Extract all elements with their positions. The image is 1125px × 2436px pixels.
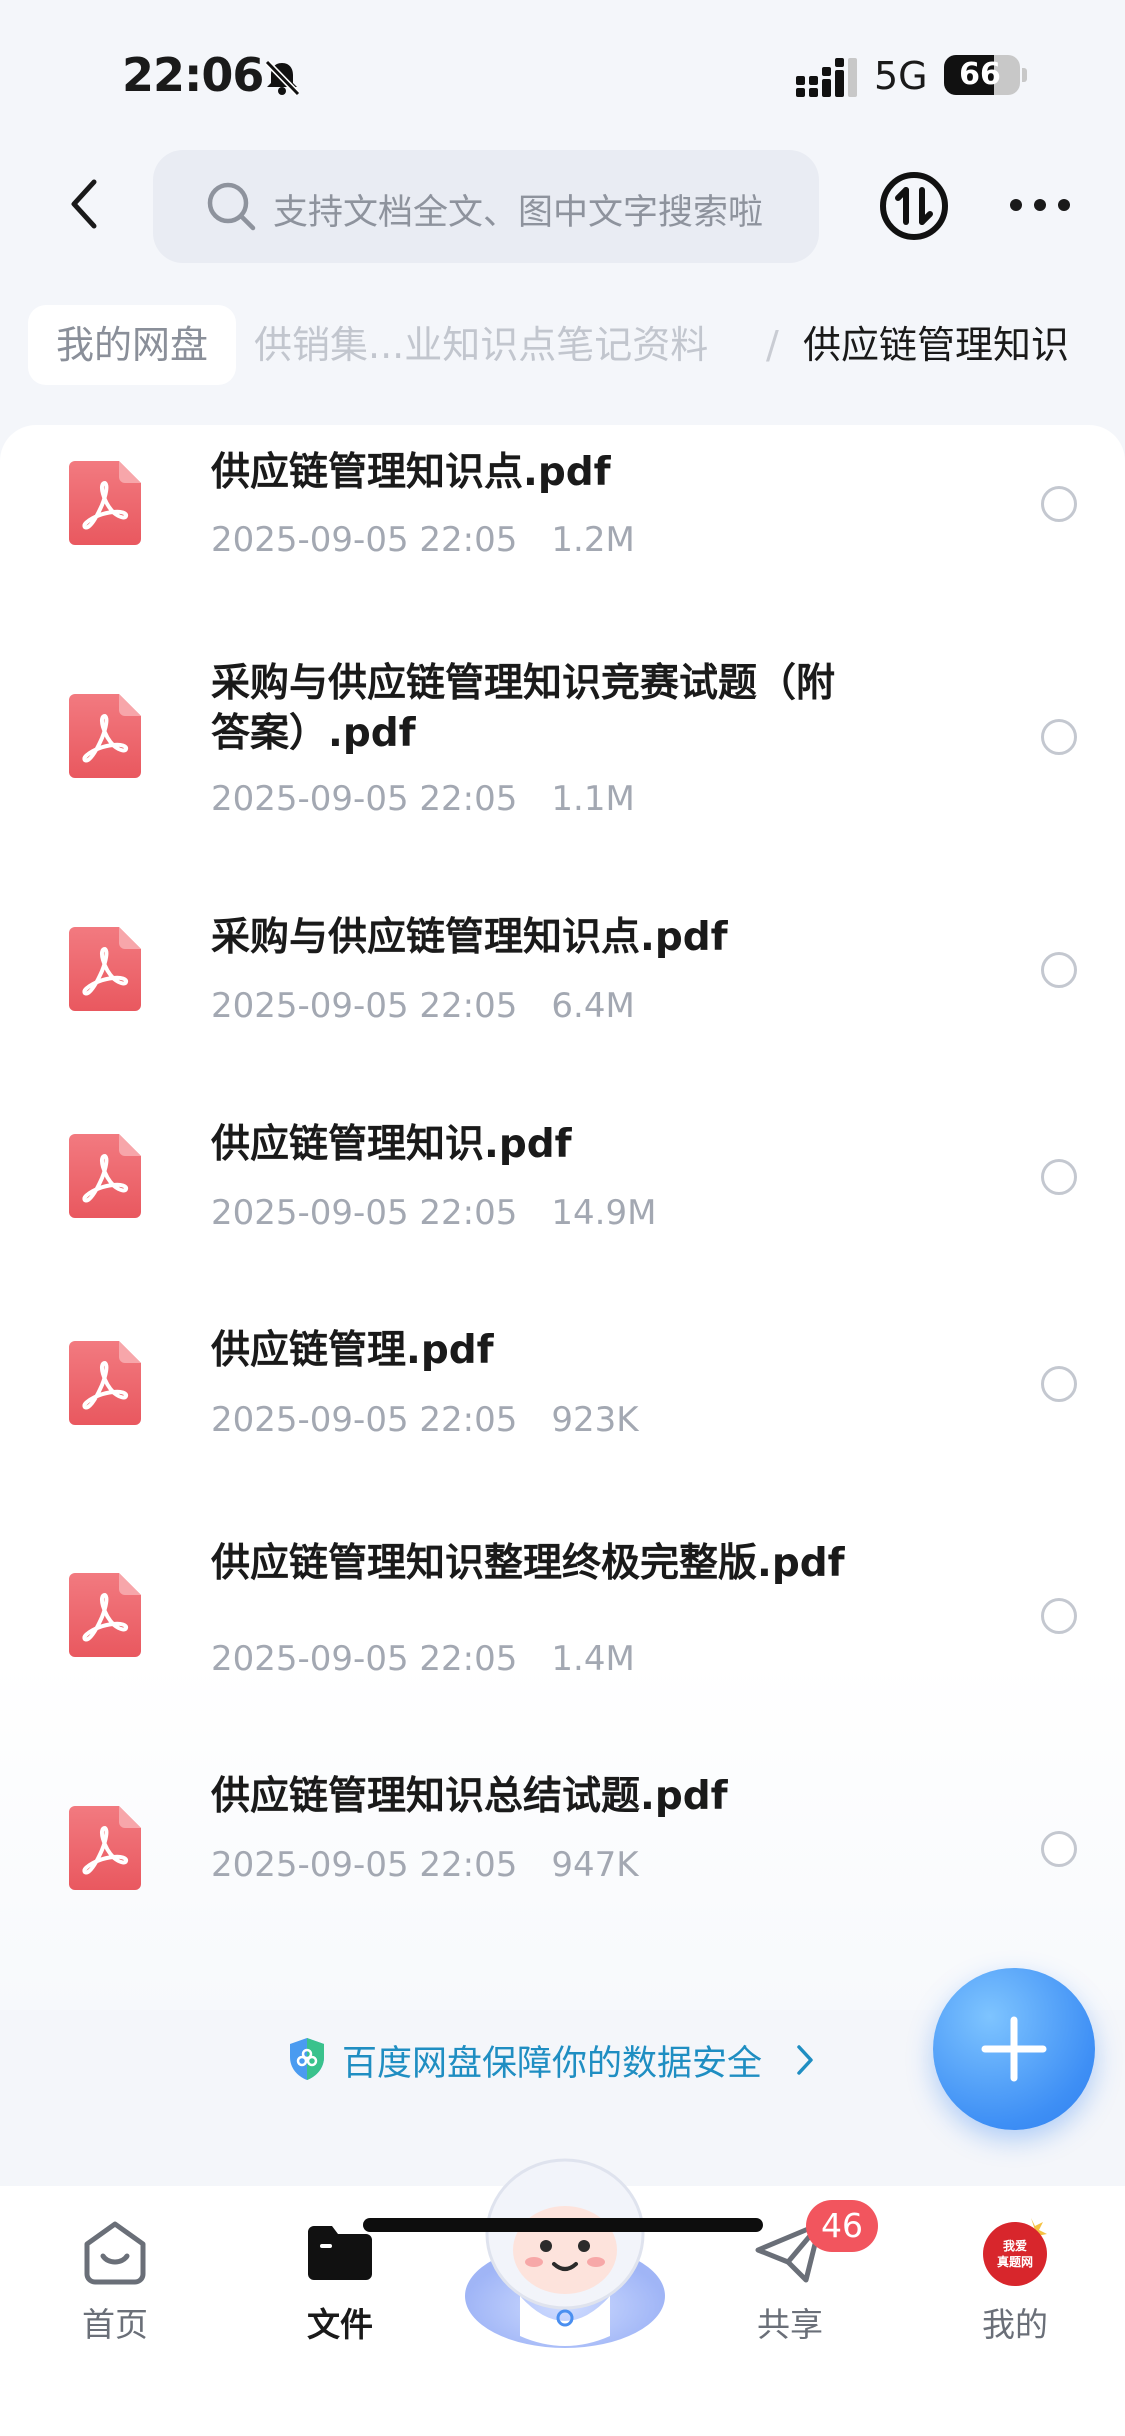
pdf-file-icon — [69, 461, 141, 545]
file-date: 2025-09-05 22:05 — [211, 1845, 518, 1885]
pdf-file-icon — [69, 1341, 141, 1425]
file-date: 2025-09-05 22:05 — [211, 1639, 518, 1679]
file-meta: 2025-09-05 22:05 947K — [211, 1845, 639, 1885]
select-checkbox[interactable] — [1041, 1159, 1077, 1195]
file-row[interactable]: 供应链管理.pdf 2025-09-05 22:05 923K — [0, 1270, 1125, 1485]
search-placeholder: 支持文档全文、图中文字搜索啦 — [273, 193, 764, 233]
mascot-assistant-icon[interactable] — [460, 2146, 670, 2356]
home-indicator — [363, 2218, 763, 2232]
file-name: 采购与供应链管理知识点.pdf — [211, 915, 728, 960]
file-name: 供应链管理知识.pdf — [211, 1122, 572, 1167]
file-meta: 2025-09-05 22:05 923K — [211, 1400, 639, 1440]
bell-muted-icon — [264, 59, 301, 97]
battery-percent: 66 — [959, 57, 1001, 92]
file-row[interactable]: 采购与供应链管理知识点.pdf 2025-09-05 22:05 6.4M — [0, 855, 1125, 1065]
file-size: 1.4M — [551, 1639, 635, 1679]
avatar-text-line2: 真题网 — [997, 2254, 1033, 2269]
file-list: 供应链管理知识点.pdf 2025-09-05 22:05 1.2M 采购与供应链… — [0, 425, 1125, 2010]
file-date: 2025-09-05 22:05 — [211, 1193, 518, 1233]
pdf-file-icon — [69, 1573, 141, 1657]
more-options-icon[interactable] — [1008, 190, 1072, 220]
back-chevron-icon[interactable] — [62, 174, 106, 234]
avatar-icon: 我爱 真题网 — [983, 2218, 1047, 2286]
share-count-badge: 46 — [806, 2200, 878, 2252]
tab-files[interactable]: 文件 — [260, 2186, 420, 2366]
tab-label: 首页 — [82, 2305, 148, 2344]
tab-profile[interactable]: 我爱 真题网 我的 — [935, 2186, 1095, 2366]
signal-icon — [796, 58, 857, 97]
status-time: 22:06 — [122, 48, 264, 102]
breadcrumb-root[interactable]: 我的网盘 — [28, 305, 237, 385]
security-banner-text: 百度网盘保障你的数据安全 — [342, 2044, 763, 2084]
file-size: 6.4M — [551, 986, 635, 1026]
plus-icon — [981, 2016, 1047, 2082]
network-label: 5G — [874, 54, 928, 98]
pdf-file-icon — [69, 694, 141, 778]
search-input[interactable]: 支持文档全文、图中文字搜索啦 — [153, 150, 819, 263]
pdf-file-icon — [69, 1806, 141, 1890]
tab-label: 文件 — [307, 2305, 373, 2344]
file-size: 923K — [551, 1400, 639, 1440]
breadcrumb: 供销集...业知识点笔记资料 我的网盘 / 供应链管理知识 — [0, 305, 1125, 385]
file-date: 2025-09-05 22:05 — [211, 986, 518, 1026]
file-size: 1.1M — [551, 779, 635, 819]
breadcrumb-parent-folder[interactable]: 供销集...业知识点笔记资料 — [254, 305, 708, 385]
select-checkbox[interactable] — [1041, 719, 1077, 755]
file-row[interactable]: 供应链管理知识整理终极完整版.pdf 2025-09-05 22:05 1.4M — [0, 1485, 1125, 1720]
file-meta: 2025-09-05 22:05 1.4M — [211, 1639, 635, 1679]
file-name: 供应链管理.pdf — [211, 1328, 494, 1373]
tab-home[interactable]: 首页 — [35, 2186, 195, 2366]
pdf-file-icon — [69, 927, 141, 1011]
file-meta: 2025-09-05 22:05 1.1M — [211, 779, 635, 819]
file-name: 供应链管理知识总结试题.pdf — [211, 1774, 728, 1819]
file-row[interactable]: 采购与供应链管理知识竞赛试题（附答案）.pdf 2025-09-05 22:05… — [0, 625, 1125, 855]
file-size: 947K — [551, 1845, 639, 1885]
status-bar: 22:06 5G 66 — [0, 0, 1125, 150]
select-checkbox[interactable] — [1041, 486, 1077, 522]
file-name: 供应链管理知识点.pdf — [211, 450, 611, 495]
file-size: 1.2M — [551, 520, 635, 560]
battery-indicator: 66 — [944, 55, 1027, 95]
home-icon — [84, 2221, 146, 2285]
file-date: 2025-09-05 22:05 — [211, 1400, 518, 1440]
file-date: 2025-09-05 22:05 — [211, 779, 518, 819]
file-row[interactable]: 供应链管理知识.pdf 2025-09-05 22:05 14.9M — [0, 1065, 1125, 1270]
file-name: 采购与供应链管理知识竞赛试题（附答案）.pdf — [211, 661, 836, 756]
tab-label: 共享 — [757, 2305, 823, 2344]
file-row[interactable]: 供应链管理知识点.pdf 2025-09-05 22:05 1.2M — [0, 425, 1125, 625]
file-date: 2025-09-05 22:05 — [211, 520, 518, 560]
pdf-file-icon — [69, 1134, 141, 1218]
transfer-icon[interactable] — [878, 170, 950, 242]
file-meta: 2025-09-05 22:05 1.2M — [211, 520, 635, 560]
tab-label: 我的 — [982, 2305, 1048, 2344]
header: 支持文档全文、图中文字搜索啦 — [0, 150, 1125, 270]
select-checkbox[interactable] — [1041, 952, 1077, 988]
breadcrumb-separator: / — [766, 323, 779, 367]
file-size: 14.9M — [551, 1193, 657, 1233]
file-meta: 2025-09-05 22:05 14.9M — [211, 1193, 656, 1233]
file-meta: 2025-09-05 22:05 6.4M — [211, 986, 635, 1026]
file-row[interactable]: 供应链管理知识总结试题.pdf 2025-09-05 22:05 947K — [0, 1720, 1125, 1920]
chevron-right-icon — [797, 2045, 813, 2075]
avatar-text-line1: 我爱 — [1003, 2238, 1027, 2253]
select-checkbox[interactable] — [1041, 1366, 1077, 1402]
add-button[interactable] — [933, 1968, 1095, 2130]
select-checkbox[interactable] — [1041, 1831, 1077, 1867]
file-browser-screen: 22:06 5G 66 支持文档全文、图中文字搜索啦 供销集...业知识点笔记资… — [0, 0, 1125, 2436]
shield-icon — [290, 2038, 324, 2080]
select-checkbox[interactable] — [1041, 1598, 1077, 1634]
search-icon — [207, 182, 256, 231]
file-name: 供应链管理知识整理终极完整版.pdf — [211, 1541, 845, 1586]
breadcrumb-current-folder: 供应链管理知识 — [803, 323, 1070, 367]
